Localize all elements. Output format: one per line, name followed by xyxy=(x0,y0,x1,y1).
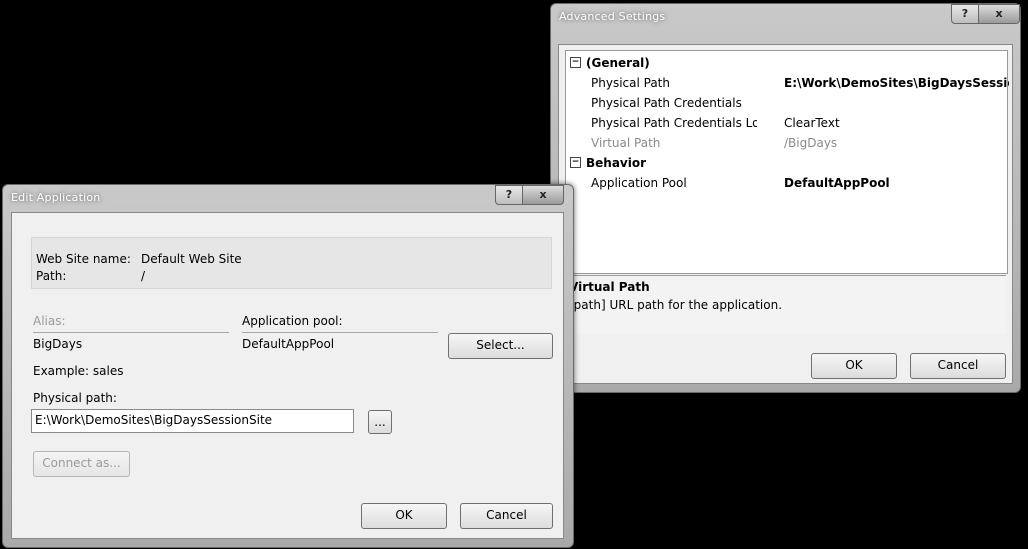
site-info-box: Web Site name: Default Web Site Path: / xyxy=(31,237,552,289)
property-row-selected[interactable]: Virtual Path /BigDays xyxy=(566,133,1007,153)
physical-path-label: Physical path: xyxy=(33,391,117,405)
property-name: Virtual Path xyxy=(591,136,661,150)
description-text: [path] URL path for the application. xyxy=(569,298,783,312)
property-name: Application Pool xyxy=(591,176,687,190)
example-text: Example: sales xyxy=(33,364,124,378)
category-behavior[interactable]: − Behavior xyxy=(566,153,1007,173)
close-button[interactable]: x xyxy=(522,185,564,205)
property-value[interactable]: /BigDays xyxy=(784,136,1009,150)
property-name: Physical Path Credentials xyxy=(591,96,742,110)
advanced-settings-client: − (General) Physical Path E:\Work\DemoSi… xyxy=(558,44,1013,384)
edit-application-dialog: Edit Application ? x Web Site name: Defa… xyxy=(2,184,574,548)
alias-value[interactable]: BigDays xyxy=(33,337,82,351)
property-grid: − (General) Physical Path E:\Work\DemoSi… xyxy=(565,50,1009,274)
property-value[interactable]: DefaultAppPool xyxy=(784,176,1009,190)
property-row[interactable]: Physical Path Credentials Logon T ClearT… xyxy=(566,113,1007,133)
application-pool-value: DefaultAppPool xyxy=(242,337,335,351)
ok-button[interactable]: OK xyxy=(811,353,897,379)
collapse-icon[interactable]: − xyxy=(570,157,581,168)
select-button[interactable]: Select... xyxy=(448,333,553,359)
collapse-icon[interactable]: − xyxy=(570,57,581,68)
description-title: Virtual Path xyxy=(569,280,650,294)
application-pool-separator xyxy=(242,332,438,333)
property-value[interactable]: E:\Work\DemoSites\BigDaysSessionS xyxy=(784,76,1009,90)
connect-as-button[interactable]: Connect as... xyxy=(33,451,130,477)
alias-separator xyxy=(33,332,229,333)
edit-application-titlebar[interactable]: Edit Application xyxy=(3,185,573,211)
path-value: / xyxy=(141,269,146,283)
edit-application-title: Edit Application xyxy=(11,191,101,204)
property-row[interactable]: Physical Path Credentials xyxy=(566,93,1007,113)
property-name: Physical Path Credentials Logon T xyxy=(591,116,757,130)
physical-path-input[interactable]: E:\Work\DemoSites\BigDaysSessionSite xyxy=(31,409,354,433)
property-name: Physical Path xyxy=(591,76,670,90)
path-label: Path: xyxy=(36,269,67,283)
description-panel: Virtual Path [path] URL path for the app… xyxy=(565,275,1006,334)
application-pool-label: Application pool: xyxy=(242,314,343,328)
advanced-settings-titlebar[interactable]: Advanced Settings xyxy=(551,4,1020,30)
browse-button[interactable]: ... xyxy=(368,410,392,434)
edit-application-client: Web Site name: Default Web Site Path: / … xyxy=(11,212,564,539)
site-name-label: Web Site name: xyxy=(36,252,131,266)
property-value[interactable]: ClearText xyxy=(784,116,1009,130)
alias-label: Alias: xyxy=(33,314,66,328)
property-row[interactable]: Application Pool DefaultAppPool xyxy=(566,173,1007,193)
ok-button[interactable]: OK xyxy=(361,503,447,529)
help-button[interactable]: ? xyxy=(495,185,523,205)
help-button[interactable]: ? xyxy=(951,4,979,24)
advanced-settings-dialog: Advanced Settings ? x − (General) Physic… xyxy=(550,3,1021,393)
category-name: (General) xyxy=(586,56,650,70)
cancel-button[interactable]: Cancel xyxy=(460,503,553,529)
category-name: Behavior xyxy=(586,156,647,170)
close-button[interactable]: x xyxy=(978,4,1020,24)
category-general[interactable]: − (General) xyxy=(566,53,1007,73)
cancel-button[interactable]: Cancel xyxy=(910,353,1006,379)
site-name-value: Default Web Site xyxy=(141,252,242,266)
advanced-settings-title: Advanced Settings xyxy=(559,10,666,23)
property-row[interactable]: Physical Path E:\Work\DemoSites\BigDaysS… xyxy=(566,73,1009,93)
